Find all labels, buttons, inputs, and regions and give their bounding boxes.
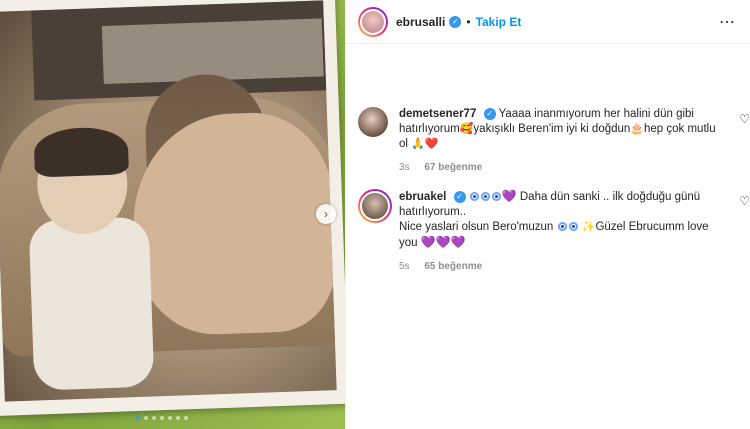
nazar-eye-emoji-icon [557,222,567,231]
comment-meta: 3s 67 beğenme [399,160,717,175]
carousel-dot [160,416,164,420]
comment-item: ebruakel ✓ 💜 Daha dün sanki .. ilk doğdu… [358,189,750,274]
sparkles-emoji-icon: ✨ [581,221,596,233]
verified-badge-icon: ✓ [449,15,462,28]
commenter-avatar[interactable] [358,189,392,223]
like-comment-heart-icon[interactable]: ♡ [739,194,750,208]
photo-print [0,0,345,417]
chevron-right-icon: › [324,207,328,221]
comment-time[interactable]: 5s [399,261,410,272]
comment-text: Nice yaslari olsun Bero'muzun [399,221,554,233]
follow-button[interactable]: Takip Et [476,15,522,29]
carousel-dot [144,416,148,420]
instagram-post: › ebrusalli ✓ • Takip Et ⋯ demetsener77 … [0,0,750,429]
commenter-avatar-image [360,191,390,221]
comment-username[interactable]: ebruakel [399,191,446,203]
nazar-eye-emoji-icon [469,192,479,201]
red-heart-emoji-icon: ❤️ [424,138,439,150]
comment-likes[interactable]: 67 beğenme [424,162,482,173]
author-username[interactable]: ebrusalli [396,15,445,29]
photo-baby-body [28,216,155,391]
purple-hearts-emoji-icon: 💜💜💜 [420,235,466,249]
comment-username[interactable]: demetsener77 [399,108,476,120]
photo-baby [15,121,164,396]
praying-hands-emoji-icon: 🙏 [411,138,425,150]
post-sidebar: ebrusalli ✓ • Takip Et ⋯ demetsener77 ✓ … [345,0,750,429]
post-header: ebrusalli ✓ • Takip Et ⋯ [346,0,750,44]
carousel-dots [136,416,188,420]
photo-baby-hair [33,126,130,178]
author-avatar[interactable] [358,6,388,37]
commenter-avatar[interactable] [358,107,388,137]
carousel-dot [168,416,172,420]
author-avatar-image [360,8,386,35]
like-comment-heart-icon[interactable]: ♡ [739,112,750,126]
comment-meta: 5s 65 beğenme [399,259,717,274]
carousel-dot [152,416,156,420]
smiling-hearts-emoji-icon: 🥰 [459,123,474,135]
comment-time[interactable]: 3s [399,162,410,173]
purple-heart-emoji-icon: 💜 [501,189,517,203]
carousel-dot [176,416,180,420]
photo-image [0,0,337,402]
post-media[interactable]: › [0,0,345,429]
cake-emoji-icon: 🎂 [630,123,644,135]
comment-body: ebruakel ✓ 💜 Daha dün sanki .. ilk doğdu… [399,189,717,274]
comment-body: demetsener77 ✓ Yaaaa inanmıyorum her hal… [399,107,717,175]
carousel-dot [184,416,188,420]
nazar-eye-emoji-icon [480,192,490,201]
comment-text: yakışıklı Beren'im iyi ki doğdun [473,123,631,135]
verified-badge-icon: ✓ [453,190,466,203]
next-slide-button[interactable]: › [316,204,336,224]
header-separator: • [466,14,471,29]
comment-likes[interactable]: 65 beğenme [424,261,482,272]
nazar-eye-emoji-icon [568,222,578,231]
nazar-eye-emoji-icon [491,192,501,201]
comment-item: demetsener77 ✓ Yaaaa inanmıyorum her hal… [358,107,750,175]
verified-badge-icon: ✓ [483,107,496,120]
carousel-dot [136,416,140,420]
more-options-icon[interactable]: ⋯ [719,12,736,32]
